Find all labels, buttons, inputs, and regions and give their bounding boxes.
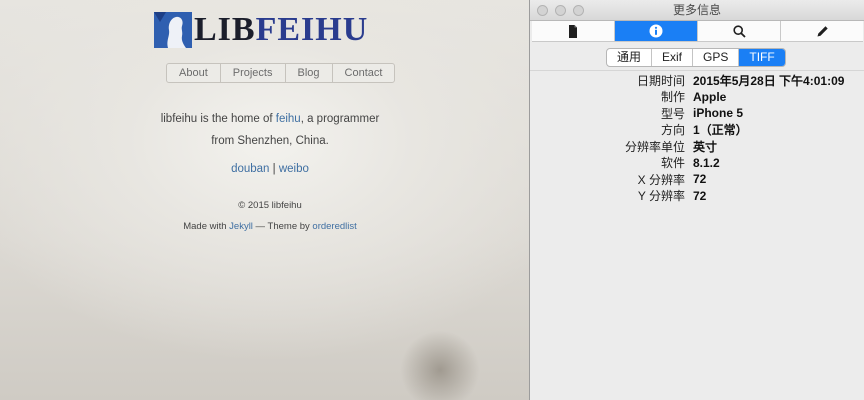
search-icon <box>732 24 746 38</box>
property-row: 方向 1（正常） <box>530 122 864 139</box>
douban-link[interactable]: douban <box>231 163 269 175</box>
logo-mark-icon <box>154 12 192 48</box>
nav-contact[interactable]: Contact <box>333 64 395 82</box>
intro-text-after: , a programmer <box>300 113 380 125</box>
title-bar[interactable]: 更多信息 <box>530 0 864 21</box>
property-value: iPhone 5 <box>693 106 744 121</box>
made-with-credit: Made with Jekyll — Theme by orderedlist <box>150 221 390 232</box>
document-icon <box>569 24 577 38</box>
jekyll-link[interactable]: Jekyll <box>229 221 253 232</box>
property-label: 日期时间 <box>636 73 685 88</box>
property-value: 72 <box>693 172 707 187</box>
search-tool-button[interactable] <box>698 21 781 41</box>
property-value: Apple <box>693 89 727 104</box>
info-tabs: 通用 Exif GPS TIFF <box>606 48 786 67</box>
site-logo[interactable]: LIBFEIHU <box>154 12 368 48</box>
info-icon <box>649 24 663 38</box>
window-title: 更多信息 <box>672 3 721 17</box>
property-value: 8.1.2 <box>693 155 720 170</box>
property-value: 2015年5月28日 下午4:01:09 <box>693 73 845 88</box>
orderedlist-link[interactable]: orderedlist <box>312 221 356 232</box>
tab-gps[interactable]: GPS <box>693 49 740 66</box>
property-value: 英寸 <box>693 139 718 154</box>
logo-feihu: FEIHU <box>255 11 369 48</box>
property-label: Y 分辨率 <box>637 189 685 204</box>
info-tool-button[interactable] <box>615 21 698 41</box>
tiff-properties: 日期时间 2015年5月28日 下午4:01:09 制作 Apple 型号 iP… <box>530 72 864 204</box>
property-label: 软件 <box>660 156 685 171</box>
weibo-link[interactable]: weibo <box>279 163 309 175</box>
social-separator: | <box>269 163 279 175</box>
property-label: 分辨率单位 <box>624 139 685 154</box>
inspector-toolbar <box>532 21 863 42</box>
made-mid: — Theme by <box>252 221 313 232</box>
tab-exif[interactable]: Exif <box>652 49 694 66</box>
property-value: 1（正常） <box>693 123 748 138</box>
nav-blog[interactable]: Blog <box>286 64 333 82</box>
site-nav: About Projects Blog Contact <box>166 63 396 83</box>
annotate-tool-button[interactable] <box>781 21 863 41</box>
property-row: 型号 iPhone 5 <box>530 105 864 122</box>
property-row: X 分辨率 72 <box>530 171 864 188</box>
general-tool-button[interactable] <box>532 21 615 41</box>
feihu-link[interactable]: feihu <box>276 113 301 125</box>
property-label: 方向 <box>660 123 685 138</box>
property-value: 72 <box>693 188 707 203</box>
nav-projects[interactable]: Projects <box>221 64 286 82</box>
social-links: douban | weibo <box>150 163 390 175</box>
property-row: 软件 8.1.2 <box>530 155 864 172</box>
property-label: 制作 <box>660 90 685 105</box>
property-label: 型号 <box>660 106 685 121</box>
intro-line2: from Shenzhen, China. <box>211 135 329 147</box>
intro-text-before: libfeihu is the home of <box>160 113 276 125</box>
tab-tiff[interactable]: TIFF <box>739 49 785 66</box>
website-photo: LIBFEIHU About Projects Blog Contact lib… <box>0 0 529 400</box>
property-row: 制作 Apple <box>530 89 864 106</box>
site-intro: libfeihu is the home of feihu, a program… <box>150 108 390 152</box>
site-logo-text: LIBFEIHU <box>194 12 368 48</box>
logo-lib: LIB <box>194 11 256 48</box>
property-row: 分辨率单位 英寸 <box>530 138 864 155</box>
property-row: Y 分辨率 72 <box>530 188 864 205</box>
property-label: X 分辨率 <box>637 172 685 187</box>
more-info-window: 更多信息 通用 Exif GPS TIFF 日期时间 2015年5月28日 下午… <box>529 0 864 400</box>
tab-general[interactable]: 通用 <box>607 49 653 66</box>
pencil-icon <box>817 25 828 36</box>
nav-about[interactable]: About <box>167 64 221 82</box>
property-row: 日期时间 2015年5月28日 下午4:01:09 <box>530 72 864 89</box>
copyright: © 2015 libfeihu <box>238 200 302 211</box>
made-prefix: Made with <box>183 221 230 232</box>
